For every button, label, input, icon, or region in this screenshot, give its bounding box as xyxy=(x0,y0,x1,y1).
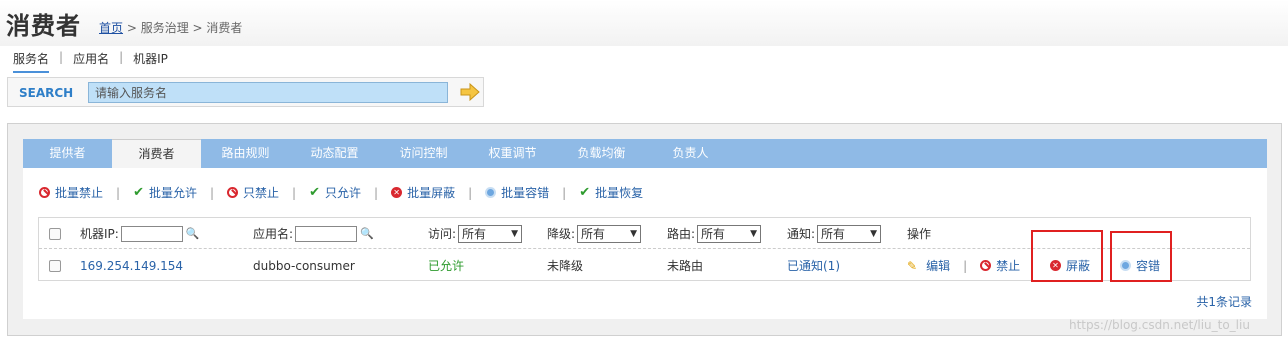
row-route-status: 未路由 xyxy=(667,259,704,273)
row-app-name: dubbo-consumer xyxy=(253,258,355,273)
action-separator: | xyxy=(209,185,215,200)
edit-label: 编辑 xyxy=(926,259,951,273)
tab-providers[interactable]: 提供者 xyxy=(23,139,112,168)
row-notify-link[interactable]: 已通知(1) xyxy=(787,250,840,281)
batch-recover-label: 批量恢复 xyxy=(595,186,644,200)
search-box: SEARCH xyxy=(7,77,484,107)
action-separator: | xyxy=(116,185,121,200)
tab-routing-rules[interactable]: 路由规则 xyxy=(201,139,290,168)
tab-weight-adjust[interactable]: 权重调节 xyxy=(468,139,557,168)
batch-allow-label: 批量允许 xyxy=(148,186,197,200)
ban-icon xyxy=(39,187,50,198)
only-forbid-label: 只禁止 xyxy=(243,186,280,200)
subtab-app-name[interactable]: 应用名 xyxy=(73,50,109,73)
subtab-separator: | xyxy=(119,50,124,64)
edit-button[interactable]: ✎ 编辑 xyxy=(907,257,950,274)
header-access-label: 访问: xyxy=(428,227,457,241)
header-ip-label: 机器IP: xyxy=(80,227,119,241)
header-ops-label: 操作 xyxy=(907,227,932,241)
action-separator: | xyxy=(562,185,567,200)
batch-allow-button[interactable]: ✔ 批量允许 xyxy=(133,184,197,201)
ban-icon xyxy=(980,260,992,271)
only-allow-button[interactable]: ✔ 只允许 xyxy=(309,184,361,201)
action-separator: | xyxy=(374,185,379,200)
action-separator: | xyxy=(468,185,473,200)
search-icon[interactable]: 🔍 xyxy=(360,227,374,240)
breadcrumb-path: > 服务治理 > 消费者 xyxy=(123,21,243,35)
batch-tolerance-button[interactable]: 批量容错 xyxy=(485,184,549,201)
check-icon: ✔ xyxy=(579,185,591,200)
batch-shield-button[interactable]: ✕ 批量屏蔽 xyxy=(391,184,455,201)
breadcrumb: 首页 > 服务治理 > 消费者 xyxy=(99,19,242,36)
notify-filter-select[interactable]: 所有 ▼ xyxy=(817,224,882,243)
tab-bar: 提供者 消费者 路由规则 动态配置 访问控制 权重调节 负载均衡 负责人 xyxy=(23,139,1267,168)
caret-down-icon: ▼ xyxy=(750,228,758,239)
row-checkbox[interactable] xyxy=(49,259,61,272)
panel-content: 提供者 消费者 路由规则 动态配置 访问控制 权重调节 负载均衡 负责人 批量禁… xyxy=(23,139,1267,319)
search-input[interactable] xyxy=(88,82,448,103)
only-forbid-button[interactable]: 只禁止 xyxy=(227,184,279,201)
header-route-label: 路由: xyxy=(667,227,696,241)
caret-down-icon: ▼ xyxy=(511,228,519,239)
header-notify-label: 通知: xyxy=(787,227,816,241)
subtab-machine-ip[interactable]: 机器IP xyxy=(133,50,168,73)
caret-down-icon: ▼ xyxy=(870,228,878,239)
degrade-select-value: 所有 xyxy=(581,227,606,241)
pencil-icon: ✎ xyxy=(907,258,918,273)
notify-select-value: 所有 xyxy=(821,227,846,241)
tab-access-control[interactable]: 访问控制 xyxy=(379,139,468,168)
row-degrade-status: 未降级 xyxy=(547,259,584,273)
header-app-label: 应用名: xyxy=(253,227,294,241)
route-select-value: 所有 xyxy=(701,227,726,241)
access-filter-select[interactable]: 所有 ▼ xyxy=(458,224,523,243)
subtab-service-name[interactable]: 服务名 xyxy=(13,50,50,73)
search-label: SEARCH xyxy=(19,86,74,100)
tab-dynamic-config[interactable]: 动态配置 xyxy=(290,139,379,168)
batch-tolerance-label: 批量容错 xyxy=(501,186,550,200)
batch-actions: 批量禁止 | ✔ 批量允许 | 只禁止 | ✔ 只允许 | ✕ 批量屏蔽 | 批量容错… xyxy=(39,184,643,201)
check-icon: ✔ xyxy=(309,185,320,200)
route-filter-select[interactable]: 所有 ▼ xyxy=(697,224,762,243)
header-degrade-label: 降级: xyxy=(547,227,576,241)
batch-shield-label: 批量屏蔽 xyxy=(407,186,456,200)
x-circle-icon: ✕ xyxy=(391,187,403,198)
forbid-label: 禁止 xyxy=(996,259,1021,273)
batch-forbid-button[interactable]: 批量禁止 xyxy=(39,184,103,201)
row-ip-link[interactable]: 169.254.149.154 xyxy=(80,250,183,281)
access-select-value: 所有 xyxy=(462,227,487,241)
ip-filter-input[interactable] xyxy=(120,225,183,242)
action-separator: | xyxy=(292,185,297,200)
row-access-status: 已允许 xyxy=(428,259,465,273)
breadcrumb-home-link[interactable]: 首页 xyxy=(99,21,123,35)
subtabs: 服务名 | 应用名 | 机器IP xyxy=(13,50,168,73)
batch-forbid-label: 批量禁止 xyxy=(55,186,104,200)
ban-icon xyxy=(227,187,239,198)
tab-consumers[interactable]: 消费者 xyxy=(112,139,201,168)
app-filter-input[interactable] xyxy=(295,225,358,242)
highlight-box-tolerance xyxy=(1110,231,1172,282)
tab-owner[interactable]: 负责人 xyxy=(646,139,735,168)
degrade-filter-select[interactable]: 所有 ▼ xyxy=(577,224,642,243)
caret-down-icon: ▼ xyxy=(630,228,638,239)
dot-circle-icon xyxy=(485,187,497,198)
watermark: https://blog.csdn.net/liu_to_liu xyxy=(1069,318,1250,332)
action-separator: | xyxy=(963,258,968,273)
search-icon[interactable]: 🔍 xyxy=(186,227,200,240)
highlight-box-shield xyxy=(1031,230,1103,282)
subtab-separator: | xyxy=(59,50,64,64)
check-icon: ✔ xyxy=(133,185,144,200)
batch-recover-button[interactable]: ✔ 批量恢复 xyxy=(579,184,643,201)
page-title: 消费者 xyxy=(6,12,81,40)
forbid-button[interactable]: 禁止 xyxy=(980,257,1020,274)
tab-load-balance[interactable]: 负载均衡 xyxy=(557,139,646,168)
record-count: 共1条记录 xyxy=(1196,295,1252,309)
only-allow-label: 只允许 xyxy=(325,186,362,200)
select-all-checkbox[interactable] xyxy=(49,227,61,240)
arrow-right-icon[interactable] xyxy=(460,83,480,101)
